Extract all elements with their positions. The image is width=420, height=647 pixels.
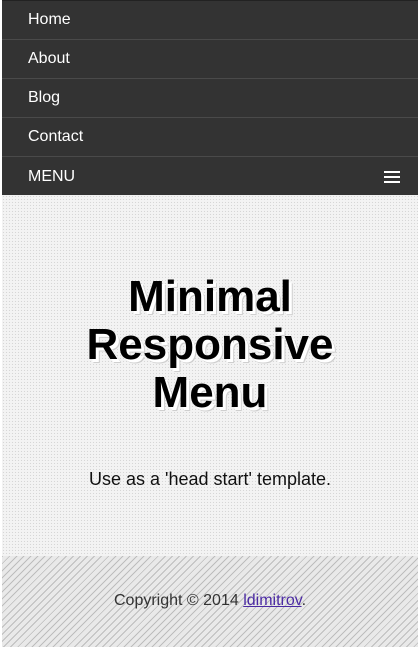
copyright-text: Copyright © 2014 [113, 592, 244, 609]
title-line: Responsive [86, 320, 334, 369]
copyright-line: Copyright © 2014 ldimitrov. [2, 592, 418, 610]
page-title: Minimal Responsive Menu [2, 273, 418, 417]
title-line: Menu [152, 368, 268, 417]
menu-label: MENU [28, 167, 76, 185]
site-nav: Home About Blog Contact MENU [2, 0, 418, 195]
author-link[interactable]: ldimitrov [243, 592, 301, 609]
nav-item-home[interactable]: Home [2, 1, 418, 40]
nav-item-label: About [28, 50, 70, 67]
site-footer: Copyright © 2014 ldimitrov. [2, 556, 418, 647]
hamburger-icon[interactable] [384, 170, 400, 183]
copyright-trailing: . [301, 592, 307, 609]
nav-item-about[interactable]: About [2, 40, 418, 79]
nav-item-label: Contact [28, 128, 84, 145]
nav-item-blog[interactable]: Blog [2, 79, 418, 118]
nav-item-contact[interactable]: Contact [2, 118, 418, 157]
menu-toggle[interactable]: MENU [2, 157, 418, 196]
main-content: Minimal Responsive Menu Use as a 'head s… [2, 195, 418, 556]
page-subtitle: Use as a 'head start' template. [89, 469, 331, 489]
nav-item-label: Blog [28, 89, 61, 106]
page-frame: Home About Blog Contact MENU Minimal Res… [2, 0, 418, 647]
nav-item-label: Home [28, 11, 71, 28]
title-line: Minimal [128, 272, 292, 321]
